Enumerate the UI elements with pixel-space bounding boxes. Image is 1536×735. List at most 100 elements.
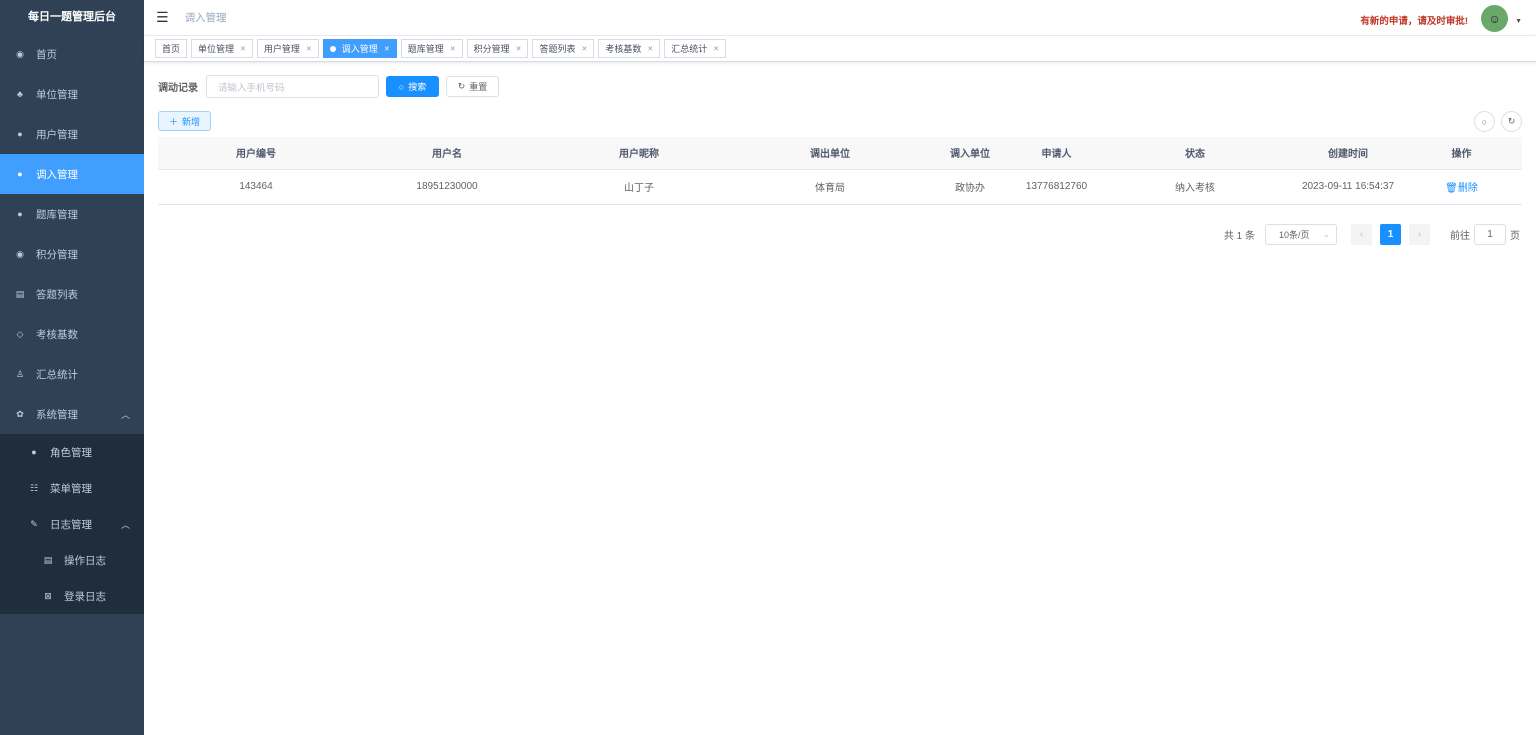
transfer-table: 用户编号 用户名 用户昵称 调出单位 调入单位 申请人 状态 创建时间 操作 143464 189… [158, 137, 1522, 205]
table-cell: 山丁子 [540, 169, 738, 205]
tab-label: 单位管理 [198, 44, 235, 54]
close-icon[interactable]: ✕ [384, 45, 390, 53]
close-icon[interactable]: ✕ [516, 45, 522, 53]
form-icon: ▤ [43, 554, 53, 565]
sidebar-item-8[interactable]: ♙ 汇总统计 [0, 354, 144, 394]
sidebar-item-role[interactable]: ● 角色管理 [0, 434, 144, 470]
user-icon: ● [17, 129, 23, 139]
button-label: 重置 [469, 82, 488, 92]
sidebar-item-2[interactable]: ● 用户管理 [0, 114, 144, 154]
close-icon[interactable]: ✕ [450, 45, 456, 53]
tab-0[interactable]: 首页 [155, 39, 188, 58]
sidebar-item-6[interactable]: ▤ 答题列表 [0, 274, 144, 314]
list-icon: ▤ [15, 288, 25, 299]
table-cell: 纳入考核 [1095, 169, 1295, 205]
refresh-icon: ↻ [457, 81, 466, 91]
sidebar: 每日一题管理后台 ◉ 首页 ♣ 单位管理 ● 用户管理 ● 调入管理 ● 题库管理 ◉ 积分管理 ▤ 答题… [0, 0, 144, 735]
column-header: 调出单位 [738, 137, 922, 170]
close-icon[interactable]: ✕ [713, 45, 719, 53]
main: ☰ 调入管理 有新的申请，请及时审批! ☺ ▼ 首页 单位管理 ✕ 用户管理 ✕ 调入管理… [144, 0, 1536, 735]
sidebar-item-menu[interactable]: ☷ 菜单管理 [0, 470, 144, 506]
sidebar-item-3[interactable]: ● 调入管理 [0, 154, 144, 194]
close-icon[interactable]: ✕ [240, 45, 246, 53]
next-page-button[interactable]: › [1409, 224, 1430, 245]
logininfor-icon: ⊠ [44, 590, 52, 601]
chevron-left-icon: ‹ [1359, 229, 1364, 240]
table-cell: 体育局 [738, 169, 922, 205]
tab-label: 用户管理 [263, 44, 300, 54]
system-icon: ✿ [16, 408, 24, 419]
page-size-select[interactable]: 10条/页 ⌄ [1265, 224, 1337, 245]
chart-icon: ♙ [15, 368, 25, 379]
sidebar-item-7[interactable]: ◇ 考核基数 [0, 314, 144, 354]
menu-label: 登录日志 [64, 590, 106, 603]
delete-button[interactable]: 🗑删除 [1445, 183, 1478, 194]
tab-label: 答题列表 [539, 44, 576, 54]
table-cell: 2023-09-11 16:54:37 [1295, 169, 1401, 205]
tab-4[interactable]: 题库管理 ✕ [400, 39, 463, 58]
tab-label: 首页 [162, 44, 181, 54]
pagination: 共 1 条 10条/页 ⌄ ‹ 1 › 前往 1 页 [1224, 224, 1520, 245]
column-header: 用户编号 [158, 137, 354, 170]
breadcrumb[interactable]: 调入管理 [185, 10, 227, 25]
navbar: ☰ 调入管理 有新的申请，请及时审批! ☺ ▼ [144, 0, 1536, 36]
search-label: 调动记录 [158, 83, 198, 94]
menu-label: 角色管理 [50, 446, 92, 459]
goto-label: 前往 [1450, 231, 1470, 242]
tab-2[interactable]: 用户管理 ✕ [256, 39, 319, 58]
chevron-up-icon: ︿ [120, 519, 130, 530]
page-1-button[interactable]: 1 [1380, 224, 1401, 245]
tab-label: 调入管理 [341, 44, 378, 54]
hamburger-icon[interactable]: ☰ [156, 9, 169, 26]
caret-down-icon[interactable]: ▼ [1515, 18, 1522, 25]
goto-page-input[interactable]: 1 [1474, 224, 1506, 245]
tab-5[interactable]: 积分管理 ✕ [466, 39, 529, 58]
menu-label: 积分管理 [36, 248, 78, 261]
sidebar-item-1[interactable]: ♣ 单位管理 [0, 74, 144, 114]
sidebar-item-5[interactable]: ◉ 积分管理 [0, 234, 144, 274]
close-icon[interactable]: ✕ [647, 45, 653, 53]
search-icon: ○ [1481, 116, 1488, 127]
tab-3[interactable]: 调入管理 ✕ [322, 39, 397, 58]
tab-1[interactable]: 单位管理 ✕ [191, 39, 253, 58]
table-cell: 18951230000 [354, 169, 540, 205]
sidebar-item-log[interactable]: ✎ 日志管理 ︿ [0, 506, 144, 542]
sidebar-item-0[interactable]: ◉ 首页 [0, 34, 144, 74]
search-icon: ○ [398, 81, 405, 92]
notice-text[interactable]: 有新的申请，请及时审批! [1360, 13, 1468, 27]
table-cell: 政协办 [922, 169, 1018, 205]
column-header: 创建时间 [1295, 137, 1401, 170]
app-title: 每日一题管理后台 [28, 11, 116, 23]
table-cell: 🗑删除 [1401, 169, 1522, 205]
refresh-icon: ↻ [1507, 116, 1516, 126]
total-count: 共 1 条 [1223, 231, 1255, 242]
peoples-icon: ● [17, 209, 23, 219]
menu-label: 菜单管理 [50, 482, 92, 495]
tab-8[interactable]: 汇总统计 ✕ [664, 39, 727, 58]
reset-button[interactable]: ↻ 重置 [446, 76, 499, 97]
tab-6[interactable]: 答题列表 ✕ [532, 39, 595, 58]
menu-label: 首页 [36, 48, 57, 61]
sidebar-item-4[interactable]: ● 题库管理 [0, 194, 144, 234]
column-header: 操作 [1401, 137, 1522, 170]
tab-label: 考核基数 [605, 44, 642, 54]
toggle-search-button[interactable]: ○ [1474, 111, 1495, 132]
tree-table-icon: ☷ [29, 482, 39, 493]
add-button[interactable]: ＋ 新增 [158, 111, 211, 131]
sidebar-item-system[interactable]: ✿ 系统管理 ︿ [0, 394, 144, 434]
prev-page-button[interactable]: ‹ [1351, 224, 1372, 245]
close-icon[interactable]: ✕ [581, 45, 587, 53]
sidebar-item-oper-log[interactable]: ▤ 操作日志 [0, 542, 144, 578]
sidebar-item-login-log[interactable]: ⊠ 登录日志 [0, 578, 144, 614]
phone-input[interactable]: 请输入手机号码 [206, 75, 379, 98]
column-header: 用户名 [354, 137, 540, 170]
search-form: 调动记录 请输入手机号码 ○ 搜索 ↻ 重置 [158, 75, 499, 98]
search-button[interactable]: ○ 搜索 [386, 76, 439, 97]
tab-7[interactable]: 考核基数 ✕ [598, 39, 661, 58]
peoples-icon: ● [31, 447, 37, 457]
guide-icon: ◇ [16, 328, 24, 339]
chevron-up-icon: ︿ [120, 409, 130, 420]
close-icon[interactable]: ✕ [306, 45, 312, 53]
avatar[interactable]: ☺ [1481, 5, 1508, 32]
refresh-button[interactable]: ↻ [1501, 111, 1522, 132]
